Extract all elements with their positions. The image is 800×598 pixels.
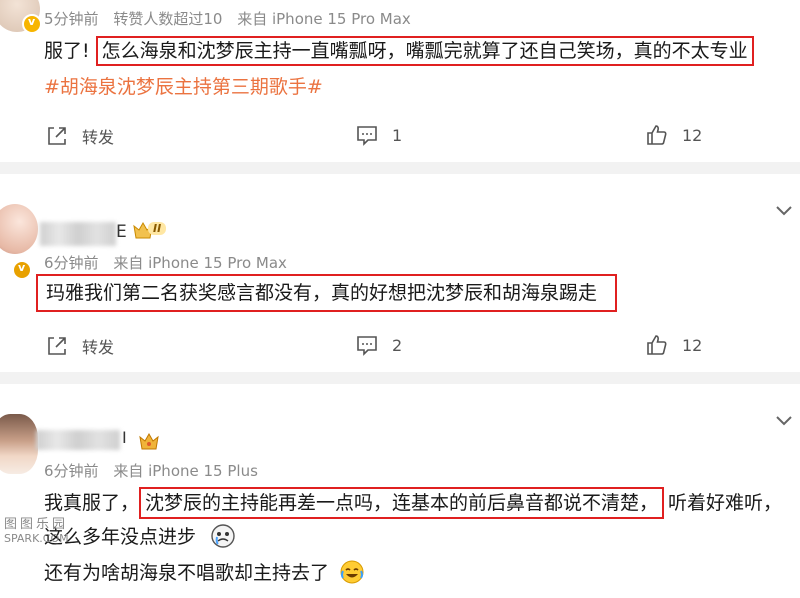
- highlighted-text: 怎么海泉和沈梦辰主持一直嘴瓢呀，嘴瓢完就算了还自己笑场，真的不太专业: [95, 36, 754, 66]
- comment-button[interactable]: 2: [356, 334, 402, 356]
- comment-time: 5分钟前: [44, 10, 99, 28]
- repost-button[interactable]: 转发: [46, 124, 114, 148]
- username-suffix: I: [122, 428, 127, 447]
- comment-time: 6分钟前: [44, 462, 99, 480]
- comment-text-line3: 还有为啥胡海泉不唱歌却主持去了: [44, 558, 365, 585]
- username-blurred[interactable]: [40, 222, 116, 246]
- comment-text: 玛雅我们第二名获奖感言都没有，真的好想把沈梦辰和胡海泉踢走: [36, 274, 618, 312]
- repost-icon: [48, 337, 66, 355]
- comment-meta: 6分钟前 来自 iPhone 15 Pro Max: [44, 252, 297, 273]
- repost-label: 转发: [82, 338, 115, 357]
- verified-badge-icon: [12, 260, 32, 280]
- thumbs-up-icon: [647, 335, 667, 355]
- comment-prefix: 我真服了，: [44, 492, 140, 514]
- comment-badge-text: 转赞人数超过10: [113, 10, 223, 28]
- chevron-down-icon[interactable]: [774, 414, 794, 428]
- watermark-line1: 图图乐园: [4, 517, 69, 532]
- hashtag-link[interactable]: #胡海泉沈梦辰主持第三期歌手#: [44, 72, 323, 99]
- separator: [0, 372, 800, 384]
- like-count: 12: [682, 125, 703, 145]
- comment-text-line2: 这么多年没点进步: [44, 522, 236, 549]
- comment-meta: 5分钟前 转赞人数超过10 来自 iPhone 15 Pro Max: [44, 8, 421, 29]
- chevron-down-icon[interactable]: [774, 204, 794, 218]
- comment-source: 来自 iPhone 15 Plus: [113, 462, 258, 480]
- comment-time: 6分钟前: [44, 254, 99, 272]
- watermark-line2: SPARK.COM: [4, 532, 69, 545]
- laugh-cry-emoji-icon: [340, 560, 364, 584]
- username-suffix: E: [116, 222, 127, 242]
- avatar[interactable]: [0, 414, 38, 474]
- comment-text: 服了! 怎么海泉和沈梦辰主持一直嘴瓢呀，嘴瓢完就算了还自己笑场，真的不太专业: [44, 36, 754, 66]
- highlighted-text: 沈梦辰的主持能再差一点吗，连基本的前后鼻音都说不清楚，: [139, 487, 665, 519]
- repost-button[interactable]: 转发: [46, 334, 114, 358]
- like-button[interactable]: 12: [646, 124, 702, 146]
- member-level-badge: II: [132, 220, 167, 244]
- username-blurred[interactable]: [36, 430, 120, 450]
- level-badge-text: II: [148, 222, 167, 235]
- highlighted-text: 玛雅我们第二名获奖感言都没有，真的好想把沈梦辰和胡海泉踢走: [36, 274, 618, 312]
- comment-text: 我真服了， 沈梦辰的主持能再差一点吗，连基本的前后鼻音都说不清楚， 听着好难听，: [44, 487, 783, 519]
- comment-icon: [357, 126, 377, 146]
- comment-source: 来自 iPhone 15 Pro Max: [237, 10, 411, 28]
- like-count: 12: [682, 335, 703, 355]
- crown-icon: [139, 432, 159, 450]
- comment-suffix: 听着好难听，: [668, 492, 783, 514]
- comment-button[interactable]: 1: [356, 124, 402, 146]
- repost-label: 转发: [82, 128, 115, 147]
- comment-count: 1: [392, 125, 403, 145]
- repost-icon: [48, 127, 66, 145]
- thumbs-up-icon: [647, 125, 667, 145]
- comment-icon: [357, 336, 377, 356]
- comment-2: E II 6分钟前 来自 iPhone 15 Pro Max 玛雅我们第二名获奖…: [0, 174, 800, 370]
- comment-meta: 6分钟前 来自 iPhone 15 Plus: [44, 460, 268, 481]
- avatar[interactable]: [0, 204, 38, 254]
- comment-line3: 还有为啥胡海泉不唱歌却主持去了: [44, 562, 330, 584]
- comment-source: 来自 iPhone 15 Pro Max: [113, 254, 287, 272]
- verified-badge-icon: [22, 14, 42, 34]
- comment-1: 5分钟前 转赞人数超过10 来自 iPhone 15 Pro Max 服了! 怎…: [0, 0, 800, 162]
- like-button[interactable]: 12: [646, 334, 702, 356]
- comment-3: I 6分钟前 来自 iPhone 15 Plus 我真服了， 沈梦辰的主持能再差一…: [0, 384, 800, 598]
- comment-prefix: 服了!: [44, 40, 90, 62]
- separator: [0, 162, 800, 174]
- comment-count: 2: [392, 335, 403, 355]
- crying-emoji-icon: [211, 524, 235, 548]
- watermark: 图图乐园 SPARK.COM: [4, 518, 69, 546]
